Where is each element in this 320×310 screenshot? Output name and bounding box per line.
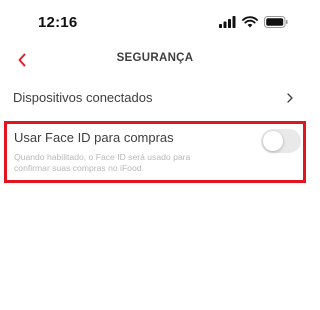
face-id-setting: Usar Face ID para compras Quando habilit… bbox=[4, 121, 306, 183]
status-bar: 12:16 bbox=[0, 0, 310, 44]
security-screen: 12:16 SEGURANÇA Dispositivos conectados … bbox=[0, 0, 310, 310]
status-time: 12:16 bbox=[38, 14, 78, 31]
nav-header: SEGURANÇA bbox=[0, 44, 310, 76]
page-title: SEGURANÇA bbox=[116, 52, 194, 64]
wifi-icon bbox=[242, 16, 258, 28]
chevron-right-icon bbox=[287, 93, 293, 103]
connected-devices-row[interactable]: Dispositivos conectados bbox=[0, 84, 310, 112]
battery-icon bbox=[264, 16, 288, 28]
face-id-description: Quando habilitado, o Face ID será usado … bbox=[14, 152, 191, 173]
connected-devices-label: Dispositivos conectados bbox=[13, 90, 153, 105]
toggle-knob bbox=[263, 131, 283, 151]
status-icons bbox=[219, 16, 288, 28]
face-id-toggle[interactable] bbox=[261, 129, 301, 153]
signal-icon bbox=[219, 16, 236, 28]
face-id-label: Usar Face ID para compras bbox=[14, 130, 174, 145]
